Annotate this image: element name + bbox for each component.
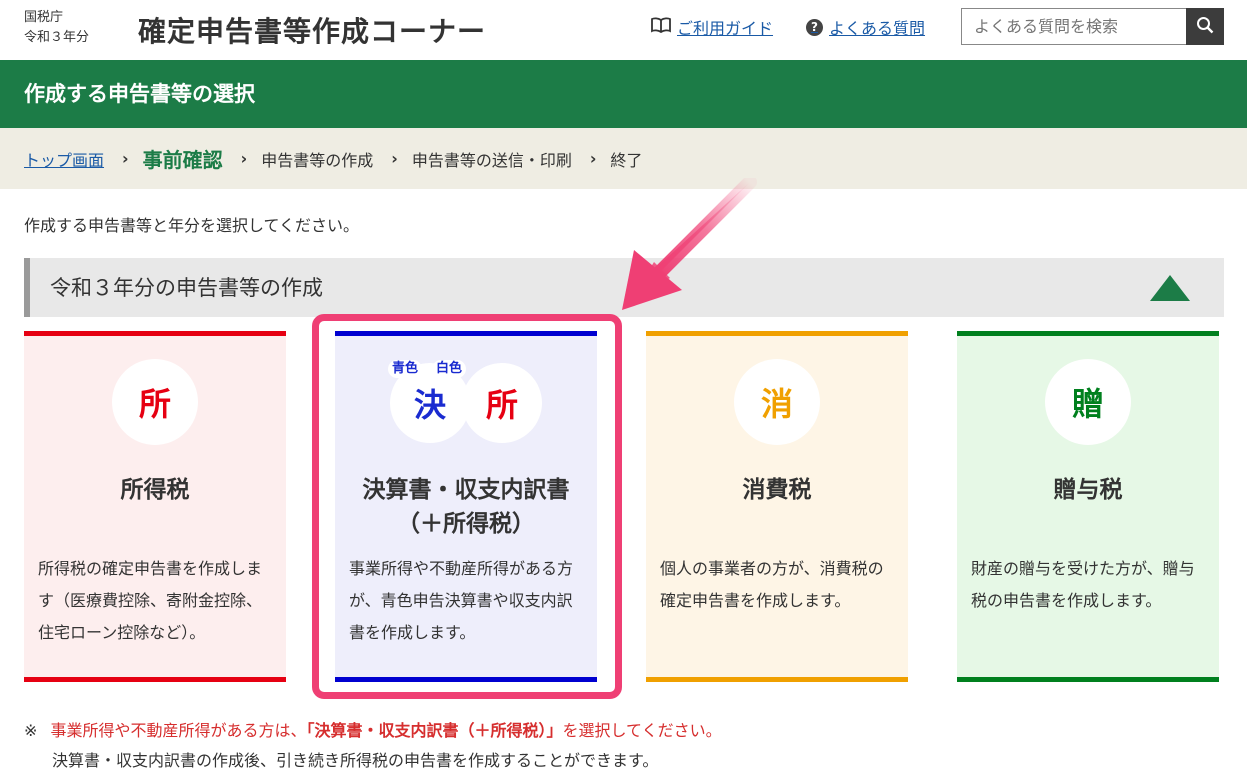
income-tax-icon: 所 — [112, 359, 198, 445]
card-income-tax[interactable]: 所 所得税 所得税の確定申告書を作成します（医療費控除、寄附金控除、住宅ローン控… — [24, 331, 286, 682]
card-accent-bar — [646, 331, 908, 336]
card-accent-bar — [957, 677, 1219, 682]
card-title: 贈与税 — [1053, 477, 1123, 503]
faq-link[interactable]: ? よくある質問 — [806, 15, 925, 39]
note-text-c: を選択してください。 — [562, 721, 722, 740]
breadcrumb-step: 終了 — [610, 150, 643, 170]
note-line1: ※ 事業所得や不動産所得がある方は、「決算書・収支内訳書（＋所得税）」を選択して… — [24, 717, 722, 741]
breadcrumb-step: 申告書等の作成 — [261, 150, 374, 170]
chevron-right-icon: › — [589, 149, 597, 168]
tax-year-label: 令和３年分 — [24, 30, 90, 45]
highlight-frame — [312, 314, 622, 699]
agency-name: 国税庁 — [24, 10, 64, 25]
faq-link-label: よくある質問 — [829, 19, 926, 38]
note-text-b: 「決算書・収支内訳書（＋所得税）」 — [306, 721, 563, 740]
chevron-right-icon: › — [240, 149, 248, 168]
card-accent-bar — [646, 677, 908, 682]
guide-link[interactable]: ご利用ガイド — [651, 15, 773, 39]
card-description: 個人の事業者の方が、消費税の確定申告書を作成します。 — [660, 559, 884, 610]
note-text-a: 事業所得や不動産所得がある方は、 — [50, 721, 307, 740]
question-icon: ? — [806, 18, 823, 36]
search-icon — [1196, 16, 1214, 37]
app-title: 確定申告書等作成コーナー — [138, 15, 487, 48]
instruction-text: 作成する申告書等と年分を選択してください。 — [24, 216, 360, 235]
section-title: 令和３年分の申告書等の作成 — [50, 276, 323, 300]
chevron-right-icon: › — [122, 149, 129, 168]
card-accent-bar — [24, 677, 286, 682]
faq-search-input[interactable] — [961, 8, 1186, 45]
consumption-tax-icon: 消 — [734, 359, 820, 445]
card-accent-bar — [957, 331, 1219, 336]
breadcrumb-top[interactable]: トップ画面 — [24, 147, 104, 171]
card-title: 消費税 — [742, 477, 812, 503]
card-title: 所得税 — [120, 477, 190, 503]
card-gift-tax[interactable]: 贈 贈与税 財産の贈与を受けた方が、贈与税の申告書を作成します。 — [957, 331, 1219, 682]
search-button[interactable] — [1186, 8, 1224, 45]
site-header: 国税庁 令和３年分 確定申告書等作成コーナー ご利用ガイド ? よくある質問 — [0, 0, 1247, 60]
card-accent-bar — [24, 331, 286, 336]
agency-label: 国税庁 令和３年分 — [24, 8, 89, 48]
breadcrumb-current: 事前確認 — [142, 148, 223, 172]
gift-tax-icon: 贈 — [1045, 359, 1131, 445]
page-title-band: 作成する申告書等の選択 — [0, 60, 1247, 128]
chevron-right-icon: › — [391, 149, 398, 168]
card-consumption-tax[interactable]: 消 消費税 個人の事業者の方が、消費税の確定申告書を作成します。 — [646, 331, 908, 682]
guide-link-label: ご利用ガイド — [677, 19, 774, 38]
breadcrumb-step: 申告書等の送信・印刷 — [411, 150, 572, 170]
collapse-triangle-icon[interactable] — [1150, 275, 1190, 301]
page-title: 作成する申告書等の選択 — [24, 82, 255, 106]
pointer-arrow-icon — [622, 178, 757, 310]
card-description: 所得税の確定申告書を作成します（医療費控除、寄附金控除、住宅ローン控除など）。 — [38, 559, 263, 642]
card-description: 財産の贈与を受けた方が、贈与税の申告書を作成します。 — [971, 559, 1195, 610]
note-mark: ※ — [24, 721, 38, 740]
note-line2: 決算書・収支内訳書の作成後、引き続き所得税の申告書を作成することができます。 — [52, 751, 659, 770]
book-icon — [651, 17, 671, 37]
